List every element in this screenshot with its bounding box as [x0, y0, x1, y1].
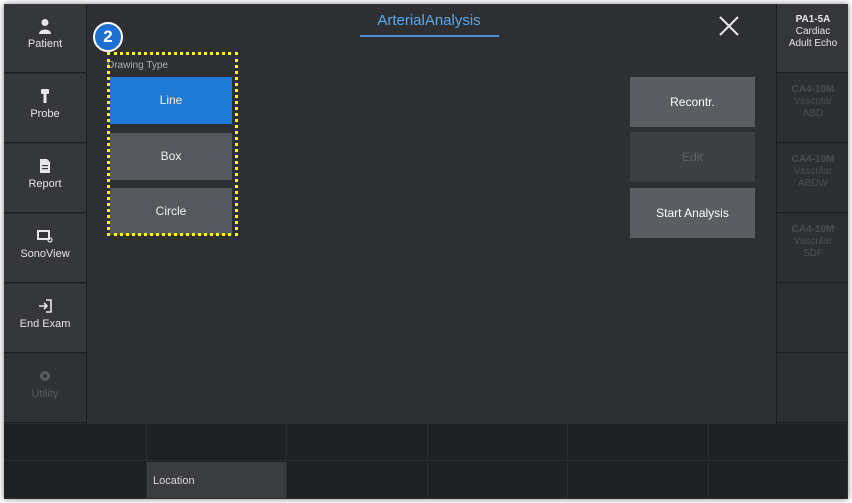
sidebar-item-label: Utility: [31, 388, 59, 400]
location-softkey[interactable]: Location: [147, 462, 287, 499]
probe-preset: Adult Echo: [788, 38, 838, 49]
probe-empty-slot: [777, 284, 848, 353]
sidebar-item-sonoview[interactable]: SonoView: [4, 214, 86, 283]
softkey-bar: Location: [4, 424, 848, 499]
edit-button: Edit: [630, 132, 755, 182]
probe-item[interactable]: CA4-10M Vascular ABDW: [777, 144, 848, 213]
line-button[interactable]: Line: [110, 77, 232, 124]
probe-empty-slot: [777, 354, 848, 423]
softkey-cell[interactable]: [428, 462, 568, 499]
box-button[interactable]: Box: [110, 133, 232, 180]
probe-item[interactable]: PA1-5A Cardiac Adult Echo: [777, 4, 848, 73]
ultrasound-screen: Patient Probe Report SonoView End Exam U…: [4, 4, 848, 499]
page-title: ArterialAnalysis: [377, 12, 481, 29]
softkey-cell[interactable]: [568, 462, 709, 499]
probe-item[interactable]: CA4-10M Vascular SDF: [777, 214, 848, 283]
softkey-cell[interactable]: [4, 462, 147, 499]
softkey-cell[interactable]: [709, 424, 848, 461]
gear-icon: [40, 371, 50, 381]
circle-button[interactable]: Circle: [110, 188, 232, 235]
softkey-cell[interactable]: [568, 424, 709, 461]
main-panel: ArterialAnalysis 2 Drawing Type Line Box…: [87, 4, 775, 424]
softkey-cell[interactable]: [4, 424, 147, 461]
sidebar-item-label: SonoView: [20, 248, 70, 260]
probe-preset: ABDW: [798, 178, 828, 189]
softkey-cell[interactable]: [147, 424, 287, 461]
probe-application: Cardiac: [795, 26, 831, 37]
sidebar-item-label: Probe: [30, 108, 60, 120]
recontr-button[interactable]: Recontr.: [630, 77, 755, 127]
probe-name: PA1-5A: [795, 14, 831, 25]
probe-application: Vascular: [793, 96, 833, 107]
probe-item[interactable]: CA4-10M Vascular ABD: [777, 74, 848, 143]
probe-name: CA4-10M: [791, 224, 835, 235]
close-icon[interactable]: [718, 15, 740, 37]
softkey-cell[interactable]: [287, 462, 428, 499]
drawing-type-label: Drawing Type: [107, 60, 168, 71]
sidebar-item-label: End Exam: [19, 318, 71, 330]
title-underline: [360, 35, 499, 37]
probe-name: CA4-10M: [791, 154, 835, 165]
left-sidebar: Patient Probe Report SonoView End Exam U…: [4, 4, 87, 424]
step-badge: 2: [93, 22, 123, 52]
probe-preset: SDF: [803, 248, 823, 259]
probe-application: Vascular: [793, 236, 833, 247]
probe-name: CA4-10M: [791, 84, 835, 95]
sidebar-item-utility: Utility: [4, 354, 86, 423]
probe-panel: PA1-5A Cardiac Adult Echo CA4-10M Vascul…: [776, 4, 848, 424]
sidebar-item-end-exam[interactable]: End Exam: [4, 284, 86, 353]
sidebar-item-report[interactable]: Report: [4, 144, 86, 213]
probe-application: Vascular: [793, 166, 833, 177]
sidebar-item-label: Patient: [27, 38, 63, 50]
sidebar-item-label: Report: [28, 178, 62, 190]
sidebar-item-probe[interactable]: Probe: [4, 74, 86, 143]
softkey-cell[interactable]: [709, 462, 848, 499]
softkey-cell[interactable]: [428, 424, 568, 461]
start-analysis-button[interactable]: Start Analysis: [630, 188, 755, 238]
sonoview-icon: [37, 230, 53, 243]
softkey-cell[interactable]: [287, 424, 428, 461]
person-icon: [39, 19, 51, 34]
end-exam-icon: [39, 299, 52, 313]
probe-icon: [41, 89, 49, 103]
location-label: Location: [153, 475, 195, 487]
report-icon: [40, 159, 50, 173]
probe-preset: ABD: [802, 108, 824, 119]
sidebar-item-patient[interactable]: Patient: [4, 4, 86, 73]
